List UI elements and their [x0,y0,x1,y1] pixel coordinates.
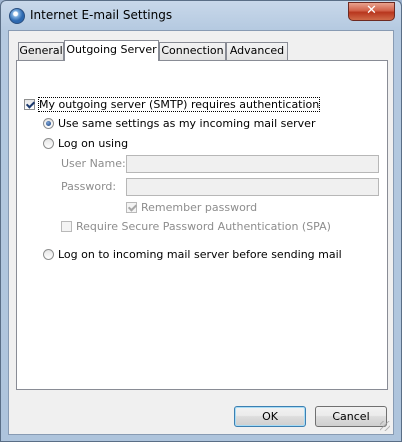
outgoing-server-panel: My outgoing server (SMTP) requires authe… [16,60,388,390]
use-same-settings-radio[interactable] [43,118,54,129]
smtp-auth-label: My outgoing server (SMTP) requires authe… [37,97,321,112]
dialog-client-area: General Outgoing Server Connection Advan… [8,30,394,435]
tab-connection[interactable]: Connection [159,42,226,60]
smtp-auth-option[interactable]: My outgoing server (SMTP) requires authe… [24,97,321,112]
ok-button[interactable]: OK [234,406,306,427]
use-same-settings-label: Use same settings as my incoming mail se… [58,117,316,130]
log-on-using-option[interactable]: Log on using [43,137,128,151]
spa-checkbox[interactable] [61,221,72,232]
password-input[interactable] [126,178,379,196]
remember-password-option[interactable]: Remember password [126,201,257,215]
user-name-input[interactable] [126,155,379,173]
title-bar[interactable]: Internet E-mail Settings ✕ [1,1,401,31]
dialog-window: Internet E-mail Settings ✕ General Outgo… [0,0,402,442]
smtp-auth-checkbox[interactable] [24,99,35,110]
resize-grip-icon[interactable] [380,421,390,431]
cancel-button[interactable]: Cancel [315,406,387,427]
close-button[interactable]: ✕ [348,2,395,21]
user-name-label: User Name: [61,157,126,170]
remember-password-label: Remember password [141,201,258,214]
tab-general[interactable]: General [18,42,64,60]
log-on-incoming-first-option[interactable]: Log on to incoming mail server before se… [43,248,342,262]
password-label: Password: [61,180,117,193]
tab-advanced[interactable]: Advanced [226,42,288,60]
log-on-using-label: Log on using [58,137,129,150]
log-on-incoming-first-label: Log on to incoming mail server before se… [58,248,342,261]
window-title: Internet E-mail Settings [30,8,173,22]
tab-outgoing-server[interactable]: Outgoing Server [64,40,159,61]
spa-label: Require Secure Password Authentication (… [76,220,331,233]
spa-option[interactable]: Require Secure Password Authentication (… [61,220,331,234]
log-on-using-radio[interactable] [43,138,54,149]
use-same-settings-option[interactable]: Use same settings as my incoming mail se… [43,117,315,131]
remember-password-checkbox[interactable] [126,202,137,213]
log-on-incoming-first-radio[interactable] [43,249,54,260]
outlook-app-icon [9,8,25,24]
